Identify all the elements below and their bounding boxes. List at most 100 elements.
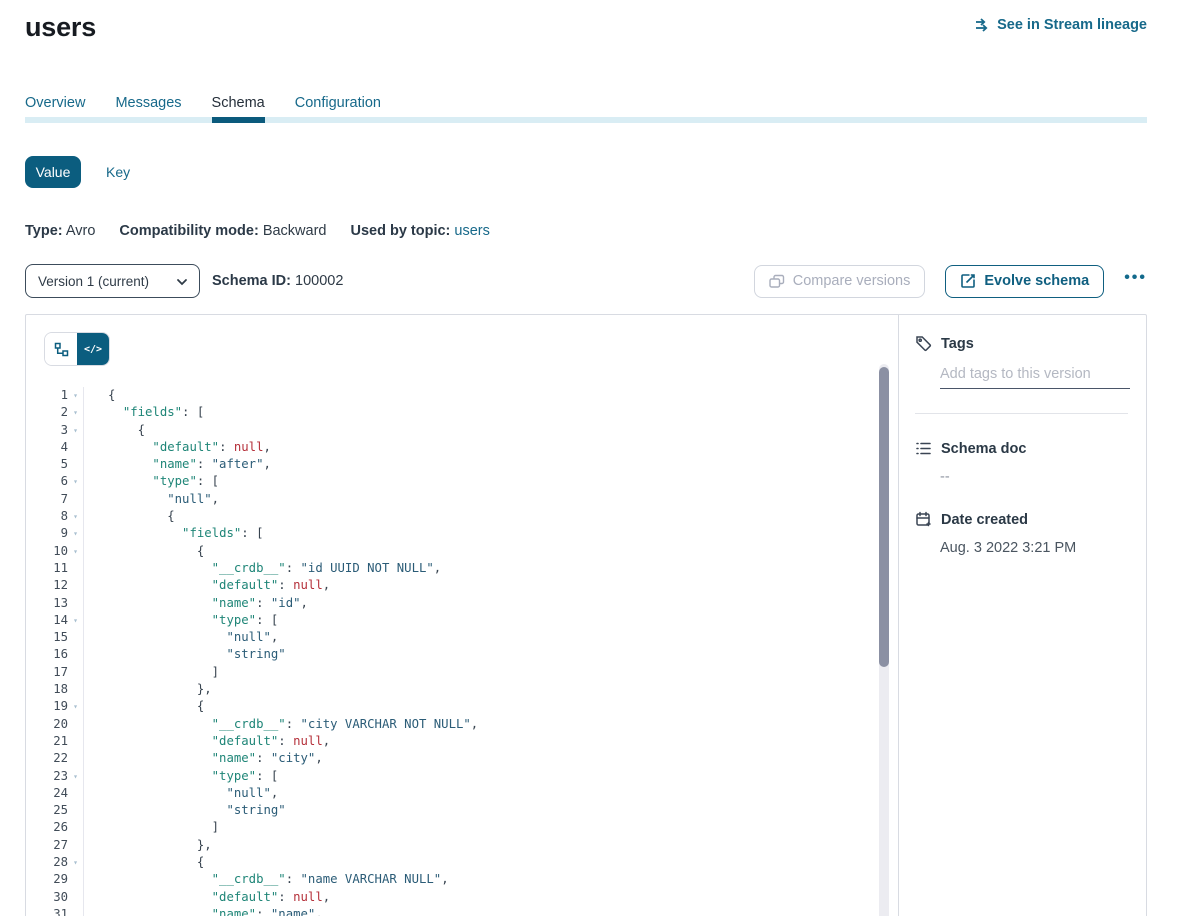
code-line: 23▾ "type": [ [44,768,898,785]
page: users See in Stream lineage Overview Mes… [0,0,1168,916]
line-number: 11 [44,560,68,577]
line-number: 18 [44,681,68,698]
code-text: "__crdb__": "id UUID NOT NULL", [83,560,898,577]
line-number: 25 [44,802,68,819]
fold-spacer [68,785,83,802]
fold-toggle-icon[interactable]: ▾ [68,543,83,560]
line-number: 2 [44,404,68,421]
schema-type-value: Avro [66,223,96,239]
tree-view-icon [54,342,69,357]
tab-schema[interactable]: Schema [212,93,265,113]
date-created-section-heading: Date created [915,511,1128,528]
fold-spacer [68,560,83,577]
code-line: 5 "name": "after", [44,456,898,473]
line-number: 13 [44,595,68,612]
compare-versions-icon [769,274,785,289]
date-created-value: Aug. 3 2022 3:21 PM [940,540,1128,556]
code-line: 26 ] [44,819,898,836]
version-select-value: Version 1 (current) [38,274,149,289]
code-line: 31 "name": "name", [44,906,898,916]
tab-configuration[interactable]: Configuration [295,93,381,113]
fold-toggle-icon[interactable]: ▾ [68,508,83,525]
line-number: 16 [44,646,68,663]
code-text: ] [83,819,898,836]
code-text: { [83,698,898,715]
more-options-button[interactable]: ••• [1124,266,1147,296]
fold-toggle-icon[interactable]: ▾ [68,854,83,871]
add-tags-input[interactable] [940,352,1130,389]
code-line: 18 }, [44,681,898,698]
code-text: "type": [ [83,768,898,785]
line-number: 9 [44,525,68,542]
code-text: "default": null, [83,439,898,456]
code-line: 27 }, [44,837,898,854]
edit-icon [960,273,976,289]
code-line: 12 "default": null, [44,577,898,594]
schema-controls-row: Version 1 (current) Schema ID: 100002 Co… [25,264,1147,298]
code-text: "default": null, [83,889,898,906]
code-line: 19▾ { [44,698,898,715]
line-number: 6 [44,473,68,490]
code-text: { [83,508,898,525]
code-text: "__crdb__": "city VARCHAR NOT NULL", [83,716,898,733]
code-line: 17 ] [44,664,898,681]
line-number: 23 [44,768,68,785]
line-number: 21 [44,733,68,750]
value-toggle-button[interactable]: Value [25,156,81,188]
page-title: users [25,12,96,43]
code-line: 7 "null", [44,491,898,508]
code-view-button[interactable]: </> [77,333,109,365]
schema-id-value: 100002 [295,273,343,289]
fold-toggle-icon[interactable]: ▾ [68,612,83,629]
fold-spacer [68,456,83,473]
schema-code-editor[interactable]: 1▾{2▾ "fields": [3▾ {4 "default": null,5… [44,387,898,916]
fold-toggle-icon[interactable]: ▾ [68,698,83,715]
code-text: "name": "id", [83,595,898,612]
fold-spacer [68,750,83,767]
fold-toggle-icon[interactable]: ▾ [68,525,83,542]
code-text: "name": "after", [83,456,898,473]
see-in-stream-lineage-link[interactable]: See in Stream lineage [974,17,1147,33]
line-number: 7 [44,491,68,508]
editor-scrollbar-track[interactable] [879,364,889,916]
compare-versions-button[interactable]: Compare versions [754,265,926,298]
code-line: 11 "__crdb__": "id UUID NOT NULL", [44,560,898,577]
lineage-link-label: See in Stream lineage [997,17,1147,33]
fold-toggle-icon[interactable]: ▾ [68,473,83,490]
fold-spacer [68,716,83,733]
tags-section-heading: Tags [915,335,1128,352]
code-text: "null", [83,629,898,646]
line-number: 19 [44,698,68,715]
fold-toggle-icon[interactable]: ▾ [68,768,83,785]
editor-scrollbar-thumb[interactable] [879,367,889,667]
fold-toggle-icon[interactable]: ▾ [68,404,83,421]
code-text: "type": [ [83,473,898,490]
compatibility-mode-value: Backward [263,223,327,239]
date-created-heading-label: Date created [941,512,1028,528]
line-number: 14 [44,612,68,629]
code-view-icon: </> [84,344,102,355]
code-text: "null", [83,491,898,508]
schema-kind-toggle: Value Key [25,156,1147,188]
version-select[interactable]: Version 1 (current) [25,264,200,298]
code-text: "default": null, [83,577,898,594]
code-line: 22 "name": "city", [44,750,898,767]
fold-spacer [68,664,83,681]
code-line: 28▾ { [44,854,898,871]
evolve-schema-button[interactable]: Evolve schema [945,265,1104,298]
fold-toggle-icon[interactable]: ▾ [68,422,83,439]
fold-spacer [68,871,83,888]
key-toggle-button[interactable]: Key [106,164,130,180]
tab-overview[interactable]: Overview [25,93,85,113]
schema-id-label: Schema ID: [212,273,291,289]
line-number: 31 [44,906,68,916]
tree-view-button[interactable] [45,333,77,365]
fold-toggle-icon[interactable]: ▾ [68,387,83,404]
code-text: }, [83,681,898,698]
code-text: "null", [83,785,898,802]
line-number: 15 [44,629,68,646]
used-by-topic-link[interactable]: users [454,223,489,239]
schema-actions: Compare versions Evolve schema ••• [754,265,1147,298]
schema-id: Schema ID: 100002 [212,273,343,289]
tab-messages[interactable]: Messages [115,93,181,113]
